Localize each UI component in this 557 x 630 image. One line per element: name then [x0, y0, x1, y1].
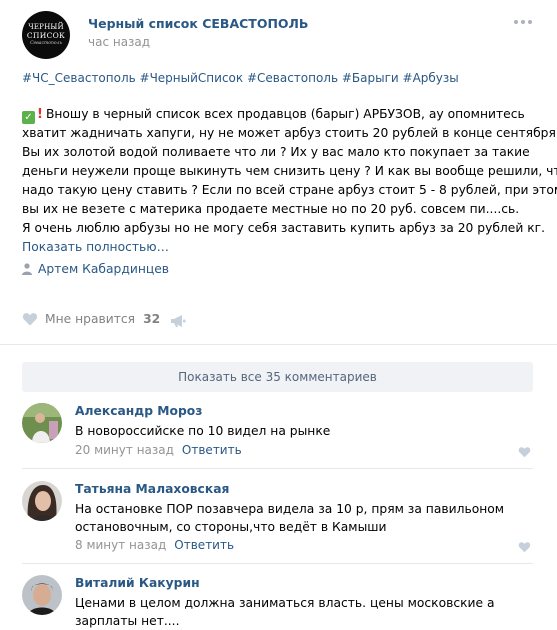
group-name-link[interactable]: Черный список СЕВАСТОПОЛЬ: [88, 16, 308, 31]
like-count: 32: [143, 312, 161, 326]
like-button[interactable]: Мне нравится 32: [22, 312, 160, 326]
avatar-text-line: Севастополь: [30, 40, 62, 46]
post-text-line: Вы их золотой водой поливаете что ли ? И…: [22, 145, 530, 159]
reply-link[interactable]: Ответить: [174, 538, 234, 552]
avatar-text-line: ЧЕРНЫЙ: [28, 23, 64, 31]
check-mark-icon: ✓: [22, 111, 35, 124]
show-all-comments-button[interactable]: Показать все 35 комментариев: [22, 362, 533, 392]
comment-meta: 20 минут назад Ответить: [75, 443, 242, 457]
comment-divider: [22, 563, 533, 564]
section-divider: [0, 344, 557, 345]
comment-text: На остановке ПОР позавчера видела за 10 …: [75, 500, 535, 536]
post-text: ✓! Вношу в черный список всех продавцов (…: [22, 105, 557, 238]
post-text-line: хватит жадничать хапуги, ну не может арб…: [22, 126, 557, 140]
post-text-line: деньги неужели проще выкинуть чем снизит…: [22, 164, 557, 178]
megaphone-icon: [171, 315, 186, 327]
author-name: Артем Кабардинцев: [38, 262, 170, 276]
post-text-line: ✓! Вношу в черный список всех продавцов (…: [22, 105, 532, 124]
show-more-link[interactable]: Показать полностью…: [22, 240, 169, 254]
avatar-text-line: СПИСОК: [26, 31, 66, 40]
comment-text-line: Ценами в целом должна заниматься власть.…: [75, 596, 495, 610]
comment-text-line: зарплаты нет....: [75, 614, 180, 628]
post-text-fragment: Вношу в черный список всех продавцов (ба…: [45, 107, 525, 121]
commenter-avatar[interactable]: [22, 403, 62, 443]
commenter-name[interactable]: Александр Мороз: [75, 404, 202, 418]
more-dots-icon[interactable]: [514, 16, 532, 28]
heart-icon[interactable]: [518, 541, 531, 553]
person-icon: [22, 263, 32, 275]
post-text-line: надо такую цену ставить ? Если по всей с…: [22, 183, 557, 197]
comment-time[interactable]: 20 минут назад: [75, 443, 174, 457]
comment-text-line: остановочным, со стороны,что ведёт в Кам…: [75, 520, 387, 534]
share-button[interactable]: [170, 313, 186, 332]
comment-meta: 8 минут назад Ответить: [75, 538, 234, 552]
reply-link[interactable]: Ответить: [182, 443, 242, 457]
post-author[interactable]: Артем Кабардинцев: [22, 262, 169, 276]
group-avatar[interactable]: ЧЕРНЫЙ СПИСОК Севастополь: [22, 11, 70, 59]
post-text-line: Я очень люблю арбузы но не могу себя зас…: [22, 221, 546, 235]
commenter-avatar[interactable]: [22, 481, 62, 521]
comment-divider: [22, 468, 533, 469]
comment-text: Ценами в целом должна заниматься власть.…: [75, 594, 535, 630]
like-label: Мне нравится: [45, 312, 136, 326]
comment-text-line: В новороссийске по 10 видел на рынке: [75, 424, 331, 438]
exclamation-icon: !: [37, 107, 43, 122]
heart-icon[interactable]: [518, 446, 531, 458]
commenter-avatar[interactable]: [22, 575, 62, 615]
comment-text-line: На остановке ПОР позавчера видела за 10 …: [75, 502, 505, 516]
hashtags[interactable]: #ЧС_Севастополь #ЧерныйСписок #Севастопо…: [22, 71, 459, 85]
commenter-name[interactable]: Татьяна Малаховская: [75, 482, 229, 496]
post-time[interactable]: час назад: [88, 35, 150, 49]
heart-icon: [22, 313, 38, 326]
post-text-line: вы их не везете с материка продаете мест…: [22, 202, 520, 216]
commenter-name[interactable]: Виталий Какурин: [75, 576, 200, 590]
comment-text: В новороссийске по 10 видел на рынке: [75, 422, 535, 440]
post-card: ЧЕРНЫЙ СПИСОК Севастополь Черный список …: [0, 0, 557, 629]
comment-time[interactable]: 8 минут назад: [75, 538, 166, 552]
